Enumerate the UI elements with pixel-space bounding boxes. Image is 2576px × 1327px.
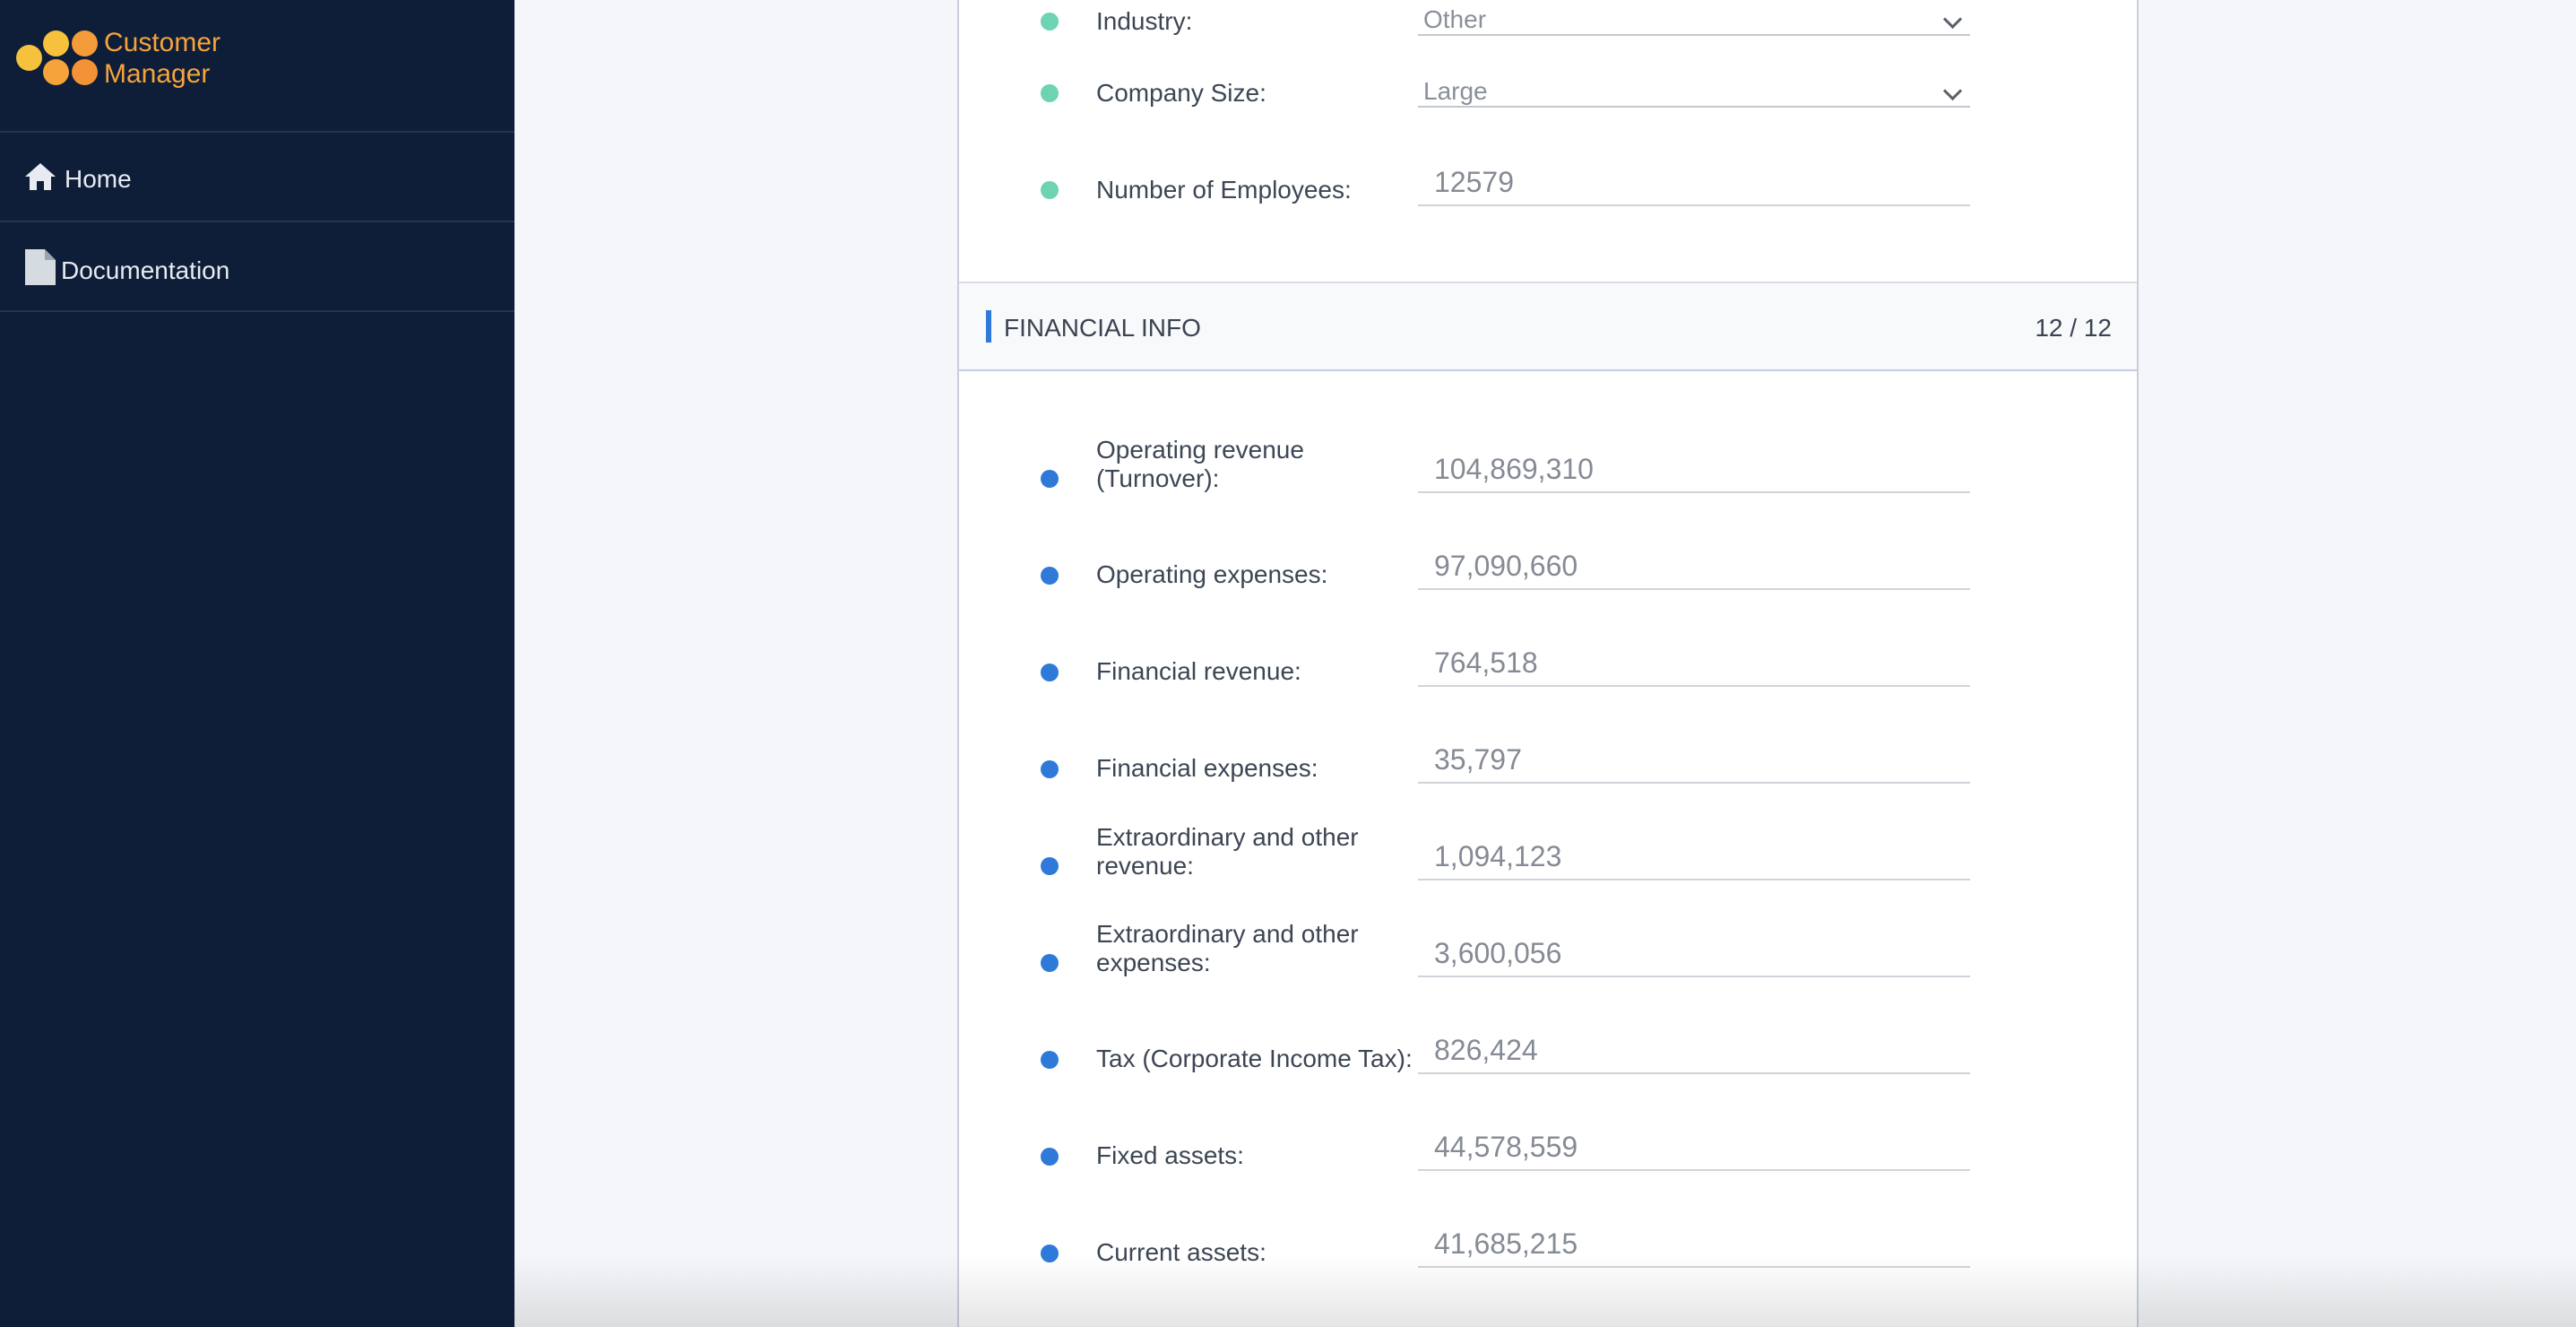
employees-input[interactable]: 12579 xyxy=(1418,163,1970,206)
logo-icon xyxy=(16,29,99,86)
field-label: Extraordinary and other expenses: xyxy=(1096,920,1359,976)
section-header-financial-info[interactable]: FINANCIAL INFO 12 / 12 xyxy=(959,282,2137,371)
operating-revenue-input[interactable]: 104,869,310 xyxy=(1418,450,1970,493)
field-label: Tax (Corporate Income Tax): xyxy=(1096,1045,1413,1072)
status-dot xyxy=(1041,664,1059,681)
home-icon xyxy=(25,163,56,190)
input-value: 826,424 xyxy=(1434,1034,1538,1066)
status-dot xyxy=(1041,760,1059,778)
status-dot xyxy=(1041,857,1059,875)
sidebar-item-label: Documentation xyxy=(61,256,230,284)
field-label: Financial revenue: xyxy=(1096,657,1301,685)
input-value: 97,090,660 xyxy=(1434,550,1578,582)
chevron-down-icon xyxy=(1942,81,1963,101)
field-label: Financial expenses: xyxy=(1096,754,1318,782)
status-dot xyxy=(1041,84,1059,102)
sidebar-item-label: Home xyxy=(65,165,132,193)
operating-expenses-input[interactable]: 97,090,660 xyxy=(1418,547,1970,590)
industry-select[interactable]: Other xyxy=(1418,5,1970,36)
financial-revenue-input[interactable]: 764,518 xyxy=(1418,644,1970,687)
field-label: Operating revenue (Turnover): xyxy=(1096,436,1304,492)
brand-name: Customer Manager xyxy=(104,27,283,90)
tax-input[interactable]: 826,424 xyxy=(1418,1031,1970,1074)
company-size-select[interactable]: Large xyxy=(1418,77,1970,108)
field-label: Current assets: xyxy=(1096,1238,1266,1266)
brand-name-line2: Manager xyxy=(104,59,211,89)
customer-form-card: Industry: Other Company Size: Large Numb… xyxy=(957,0,2139,1327)
input-value: 3,600,056 xyxy=(1434,937,1562,969)
status-dot xyxy=(1041,13,1059,30)
input-value: 35,797 xyxy=(1434,743,1522,776)
status-dot xyxy=(1041,567,1059,585)
field-label: Extraordinary and other revenue: xyxy=(1096,823,1359,880)
input-value: 12579 xyxy=(1434,166,1514,198)
field-label: Industry: xyxy=(1096,7,1193,35)
input-value: 41,685,215 xyxy=(1434,1227,1578,1260)
brand[interactable]: Customer Manager xyxy=(0,0,514,133)
status-dot xyxy=(1041,1245,1059,1262)
input-value: 764,518 xyxy=(1434,646,1538,679)
section-accent-bar xyxy=(986,310,991,343)
select-value: Large xyxy=(1423,77,1488,105)
field-label: Fixed assets: xyxy=(1096,1141,1244,1169)
chevron-down-icon xyxy=(1942,9,1963,30)
select-value: Other xyxy=(1423,5,1487,33)
sidebar-item-documentation[interactable]: Documentation xyxy=(0,222,514,312)
financial-expenses-input[interactable]: 35,797 xyxy=(1418,741,1970,784)
current-assets-input[interactable]: 41,685,215 xyxy=(1418,1225,1970,1268)
status-dot xyxy=(1041,954,1059,972)
sidebar: Customer Manager Home Documentation xyxy=(0,0,514,1327)
input-value: 104,869,310 xyxy=(1434,453,1594,485)
document-icon xyxy=(25,249,56,285)
field-label: Company Size: xyxy=(1096,79,1266,107)
field-label: Number of Employees: xyxy=(1096,176,1352,204)
sidebar-item-home[interactable]: Home xyxy=(0,133,514,222)
section-title: FINANCIAL INFO xyxy=(1004,314,1201,342)
status-dot xyxy=(1041,1148,1059,1166)
status-dot xyxy=(1041,470,1059,488)
status-dot xyxy=(1041,1051,1059,1069)
brand-name-line1: Customer xyxy=(104,28,221,57)
section-count: 12 / 12 xyxy=(2035,314,2112,342)
status-dot xyxy=(1041,181,1059,199)
extraordinary-revenue-input[interactable]: 1,094,123 xyxy=(1418,837,1970,880)
input-value: 1,094,123 xyxy=(1434,840,1562,872)
extraordinary-expenses-input[interactable]: 3,600,056 xyxy=(1418,934,1970,977)
fixed-assets-input[interactable]: 44,578,559 xyxy=(1418,1128,1970,1171)
field-label: Operating expenses: xyxy=(1096,560,1328,588)
input-value: 44,578,559 xyxy=(1434,1131,1578,1163)
